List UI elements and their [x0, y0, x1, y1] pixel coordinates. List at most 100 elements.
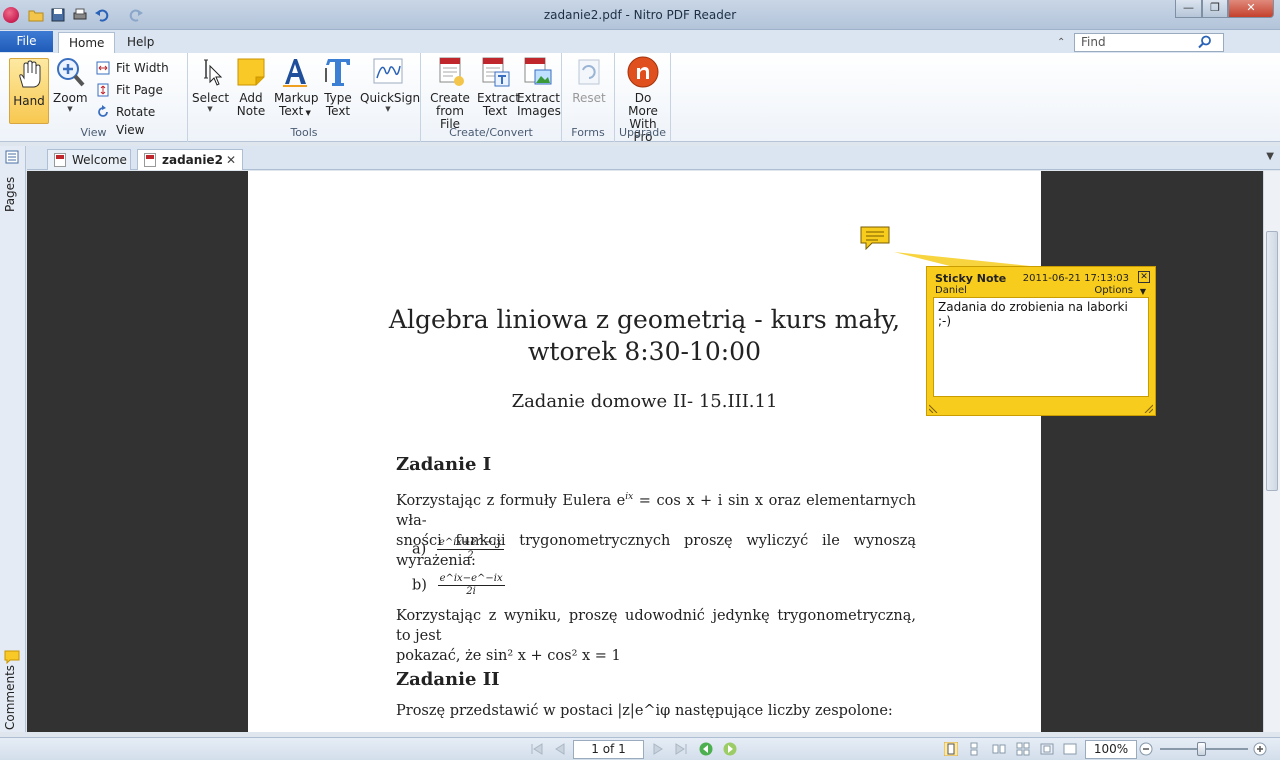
extract-text-button[interactable]: Extract Text — [477, 56, 520, 118]
close-button[interactable]: ✕ — [1228, 0, 1274, 18]
ribbon: Hand Zoom ▼ Fit Width Fit Page Rotate Vi… — [0, 53, 1280, 144]
sticky-note-options[interactable]: Options — [1094, 285, 1133, 296]
extract-text-icon — [482, 57, 510, 87]
chevron-down-icon[interactable]: ▼ — [1140, 287, 1146, 296]
group-label-tools: Tools — [290, 126, 318, 139]
zoom-out-icon[interactable] — [1139, 742, 1153, 756]
close-tab-icon[interactable]: ✕ — [226, 150, 236, 170]
para2-line1: Korzystając z wyniku, proszę udowodnić j… — [396, 608, 916, 644]
extract-images-button[interactable]: Extract Images — [517, 56, 561, 118]
next-page-icon[interactable] — [651, 742, 665, 756]
tab-help[interactable]: Help — [117, 32, 164, 53]
ribbon-tab-row: File Home Help ⌃ Find — [0, 30, 1280, 53]
fit-to-window-icon[interactable] — [1040, 742, 1054, 756]
resize-grip-icon[interactable] — [929, 403, 939, 413]
fit-page-label: Fit Page — [116, 83, 163, 97]
zoom-level-input[interactable]: 100% — [1085, 740, 1137, 759]
close-icon[interactable]: ✕ — [1138, 271, 1150, 283]
create-pdf-icon — [439, 57, 464, 86]
markup-label-2: Text — [279, 104, 304, 118]
reset-button[interactable]: Reset — [570, 56, 608, 105]
fit-width-label: Fit Width — [116, 61, 169, 75]
sticky-note-author: Daniel — [935, 285, 967, 296]
tab-file[interactable]: File — [0, 31, 53, 52]
type-label-2: Text — [325, 104, 351, 118]
forward-view-icon[interactable] — [723, 742, 737, 756]
last-page-icon[interactable] — [674, 742, 688, 756]
zoom-button[interactable]: Zoom ▼ — [53, 56, 88, 113]
fit-page-button[interactable]: Fit Page — [96, 81, 163, 99]
pages-panel-icon[interactable] — [5, 150, 19, 164]
paragraph-3: Proszę przedstawić w postaci |z|e^iφ nas… — [396, 703, 893, 719]
ribbon-collapse-icon[interactable]: ⌃ — [1057, 37, 1065, 48]
para2-line2: pokazać, że sin² x + cos² x = 1 — [396, 648, 621, 664]
fit-width-button[interactable]: Fit Width — [96, 59, 169, 77]
add-note-button[interactable]: Add Note — [234, 56, 268, 118]
list-item-a: a) e^ix+e^−ix 2 — [412, 537, 504, 562]
markup-label-1: Markup — [274, 91, 319, 105]
vertical-scrollbar[interactable] — [1263, 171, 1280, 732]
rotate-view-button[interactable]: Rotate View — [96, 103, 187, 137]
scrollbar-thumb[interactable] — [1266, 231, 1278, 491]
comment-note-icon[interactable] — [860, 226, 890, 250]
extract-images-icon — [524, 57, 552, 85]
nitro-pro-icon — [627, 56, 659, 88]
pdf-file-icon — [54, 153, 66, 167]
sticky-note-popup[interactable]: Sticky Note 2011-06-21 17:13:03 ✕ Daniel… — [926, 266, 1156, 416]
para1-text: Korzystając z formuły Eulera e — [396, 492, 626, 509]
zoom-slider-thumb[interactable] — [1197, 742, 1206, 756]
tab-list-chevron-icon[interactable]: ▼ — [1266, 151, 1274, 162]
group-upgrade: Do More With Pro Upgrade — [615, 53, 671, 144]
previous-page-icon[interactable] — [553, 742, 567, 756]
search-icon[interactable] — [1198, 35, 1212, 49]
chevron-down-icon: ▼ — [67, 105, 73, 113]
reset-form-icon — [578, 59, 600, 85]
tab-comments[interactable]: Comments — [3, 665, 23, 730]
quicksign-button[interactable]: QuickSign ▼ — [360, 56, 420, 113]
hand-button[interactable]: Hand — [9, 58, 49, 124]
list-item-b: b) e^ix−e^−ix 2i — [412, 573, 505, 598]
add-note-label-2: Note — [236, 104, 266, 118]
title-bar: zadanie2.pdf - Nitro PDF Reader — ❐ ✕ — [0, 0, 1280, 30]
sticky-note-title: Sticky Note — [935, 272, 1007, 285]
maximize-button[interactable]: ❐ — [1202, 0, 1228, 18]
facing-continuous-view-icon[interactable] — [1016, 742, 1030, 756]
group-view: Hand Zoom ▼ Fit Width Fit Page Rotate Vi… — [0, 53, 188, 142]
zoom-icon — [57, 58, 85, 87]
full-screen-icon[interactable] — [1063, 742, 1077, 756]
quicksign-label: QuickSign — [360, 91, 421, 105]
page-number-input[interactable]: 1 of 1 — [573, 740, 644, 759]
fraction-b-numerator: e^ix−e^−ix — [437, 573, 505, 586]
tab-pages[interactable]: Pages — [3, 168, 23, 212]
zoom-in-icon[interactable] — [1253, 742, 1267, 756]
doc-tab-label: Welcome — [72, 153, 127, 167]
markup-text-button[interactable]: Markup Text ▼ — [274, 56, 319, 120]
chevron-down-icon: ▼ — [207, 105, 213, 113]
tab-home[interactable]: Home — [58, 32, 116, 53]
type-text-icon — [325, 59, 350, 86]
first-page-icon[interactable] — [530, 742, 544, 756]
back-view-icon[interactable] — [699, 742, 713, 756]
select-label: Select — [192, 91, 230, 105]
fraction-a-denominator: 2 — [467, 550, 474, 561]
single-page-view-icon[interactable] — [944, 742, 958, 756]
group-tools: Select ▼ Add Note Markup Text ▼ Type Tex… — [188, 53, 421, 142]
extract-text-label-1: Extract — [477, 91, 520, 105]
resize-grip-icon[interactable] — [1143, 403, 1153, 413]
group-forms: Reset Forms — [562, 53, 615, 142]
facing-view-icon[interactable] — [992, 742, 1006, 756]
doc-tab-welcome[interactable]: Welcome — [47, 149, 131, 170]
group-label-upgrade: Upgrade — [618, 126, 667, 139]
type-text-button[interactable]: Type Text — [322, 56, 354, 118]
select-button[interactable]: Select ▼ — [192, 56, 230, 113]
rotate-icon — [98, 105, 108, 117]
section-heading-1: Zadanie I — [396, 454, 492, 475]
side-panel: Pages Comments — [0, 146, 26, 732]
continuous-view-icon[interactable] — [967, 742, 981, 756]
doc-tab-zadanie2[interactable]: zadanie2 ✕ — [137, 149, 243, 170]
minimize-button[interactable]: — — [1175, 0, 1202, 18]
sticky-note-text-area[interactable]: Zadania do zrobienia na laborki ;-) — [933, 297, 1149, 397]
signature-icon — [373, 58, 403, 84]
create-from-file-button[interactable]: Create from File — [426, 56, 474, 131]
comments-panel-icon[interactable] — [4, 650, 20, 664]
